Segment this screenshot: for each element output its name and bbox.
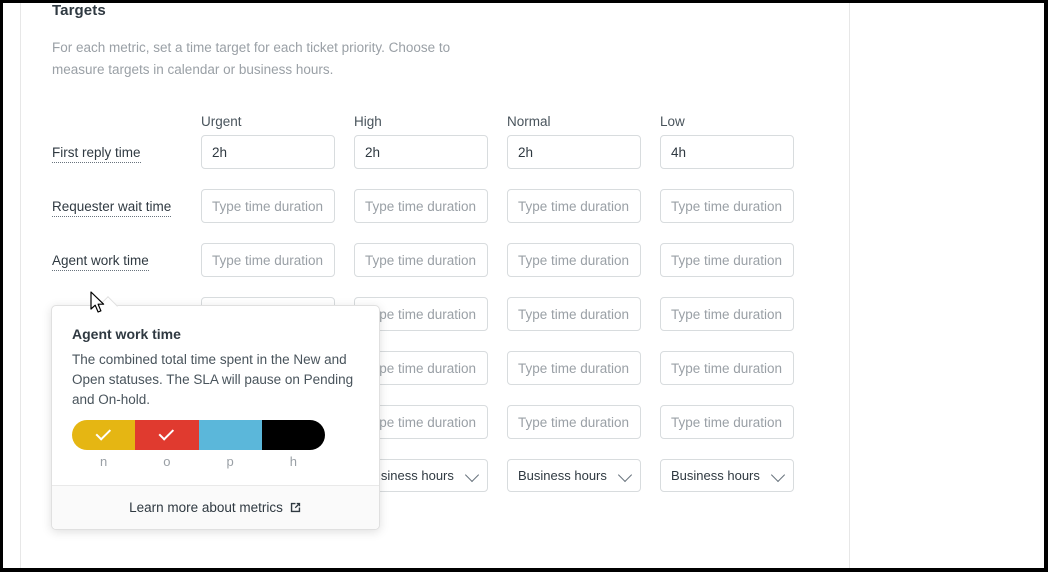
row-spacer (52, 277, 805, 297)
input-next-reply-time-normal[interactable] (507, 405, 641, 439)
input-periodic-update-time-normal[interactable] (507, 351, 641, 385)
metric-label-agent-work-time[interactable]: Agent work time (52, 243, 193, 277)
metric-label-first-reply-time[interactable]: First reply time (52, 135, 193, 169)
check-icon (95, 425, 111, 441)
cell-first-reply-time-high (346, 135, 499, 169)
metric-label-text: Requester wait time (52, 198, 172, 217)
input-requester-wait-time-urgent[interactable] (201, 189, 335, 223)
input-first-reply-time-urgent[interactable] (201, 135, 335, 169)
select-value: Business hours (671, 468, 760, 483)
chevron-down-icon (617, 467, 633, 482)
status-segment-p (198, 420, 262, 450)
input-agent-work-time-normal[interactable] (507, 243, 641, 277)
table-row: First reply time (52, 135, 805, 169)
cell-next-reply-time-low (652, 405, 805, 439)
input-agent-work-time-urgent[interactable] (201, 243, 335, 277)
column-header-low: Low (660, 113, 685, 129)
cell-first-reply-time-normal (499, 135, 652, 169)
learn-more-link[interactable]: Learn more about metrics (129, 500, 302, 515)
metric-label-text: Agent work time (52, 252, 149, 271)
input-requester-wait-time-high[interactable] (354, 189, 488, 223)
window-frame-bottom (0, 568, 1048, 572)
tooltip-body: Agent work time The combined total time … (52, 306, 379, 485)
row-spacer (52, 169, 805, 189)
input-first-reply-time-normal[interactable] (507, 135, 641, 169)
metric-label-text: First reply time (52, 144, 141, 163)
chevron-down-icon (464, 467, 480, 482)
input-first-reply-time-low[interactable] (660, 135, 794, 169)
status-segment-n (72, 420, 136, 450)
window-frame-right (1044, 0, 1048, 572)
cell-requester-wait-time-normal (499, 189, 652, 223)
cell-hours-of-operation-low: Business hours (652, 459, 805, 492)
cell-periodic-update-time-low (652, 351, 805, 385)
external-link-icon (289, 501, 302, 514)
table-header: Urgent High Normal Low (52, 107, 805, 135)
input-first-reply-time-high[interactable] (354, 135, 488, 169)
input-next-reply-time-low[interactable] (660, 405, 794, 439)
cell-agent-work-time-urgent (193, 243, 346, 277)
tooltip-title: Agent work time (72, 326, 181, 342)
cell-first-reply-time-low (652, 135, 805, 169)
row-spacer (52, 223, 805, 243)
table-header-row: Urgent High Normal Low (52, 107, 805, 135)
section-description: For each metric, set a time target for e… (52, 40, 451, 77)
input-agent-work-time-low[interactable] (660, 243, 794, 277)
status-segment-o (135, 420, 199, 450)
input-agent-work-time-high[interactable] (354, 243, 488, 277)
status-segment-h (261, 420, 325, 450)
input-pausable-update-time-normal[interactable] (507, 297, 641, 331)
input-requester-wait-time-low[interactable] (660, 189, 794, 223)
right-column-divider (849, 0, 850, 572)
table-row: Agent work time (52, 243, 805, 277)
status-label-n: n (100, 454, 108, 469)
chevron-down-icon (770, 467, 786, 482)
metric-tooltip: Agent work time The combined total time … (51, 296, 380, 530)
column-header-urgent: Urgent (201, 113, 242, 129)
table-row: Requester wait time (52, 189, 805, 223)
cell-agent-work-time-low (652, 243, 805, 277)
select-hours-of-operation-low[interactable]: Business hours (660, 459, 794, 492)
status-label-p: p (226, 454, 234, 469)
cell-hours-of-operation-normal: Business hours (499, 459, 652, 492)
window-frame-left (0, 0, 3, 572)
select-value: Business hours (518, 468, 607, 483)
cell-pausable-update-time-normal (499, 297, 652, 331)
window-frame-top (0, 0, 1048, 3)
tooltip-description: The combined total time spent in the New… (72, 352, 354, 407)
column-header-normal: Normal (507, 113, 551, 129)
column-header-metric (52, 107, 193, 135)
check-icon (158, 425, 174, 441)
select-hours-of-operation-normal[interactable]: Business hours (507, 459, 641, 492)
cell-requester-wait-time-urgent (193, 189, 346, 223)
metric-label-requester-wait-time[interactable]: Requester wait time (52, 189, 193, 223)
input-periodic-update-time-low[interactable] (660, 351, 794, 385)
cell-agent-work-time-normal (499, 243, 652, 277)
status-label-h: h (289, 454, 297, 469)
cell-pausable-update-time-low (652, 297, 805, 331)
input-pausable-update-time-low[interactable] (660, 297, 794, 331)
status-labels: noph (72, 454, 325, 469)
cell-next-reply-time-normal (499, 405, 652, 439)
left-column-divider (20, 0, 21, 572)
learn-more-label: Learn more about metrics (129, 500, 283, 515)
cell-first-reply-time-urgent (193, 135, 346, 169)
status-progress-bar (72, 420, 325, 450)
cell-requester-wait-time-high (346, 189, 499, 223)
tooltip-footer[interactable]: Learn more about metrics (52, 485, 379, 529)
column-header-high: High (354, 113, 382, 129)
status-label-o: o (163, 454, 171, 469)
cell-requester-wait-time-low (652, 189, 805, 223)
cell-agent-work-time-high (346, 243, 499, 277)
input-requester-wait-time-normal[interactable] (507, 189, 641, 223)
cell-periodic-update-time-normal (499, 351, 652, 385)
